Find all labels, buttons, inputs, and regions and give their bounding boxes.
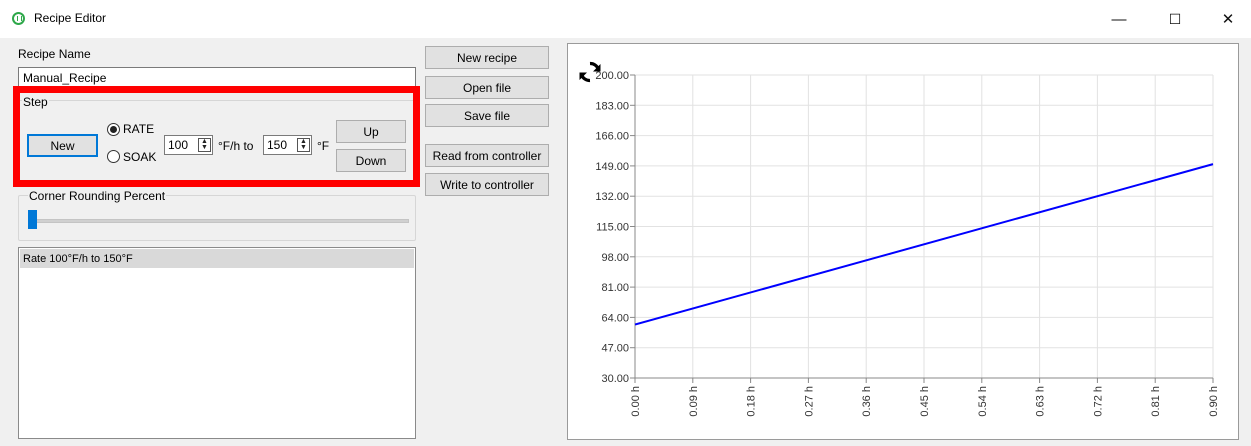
corner-rounding-slider-track[interactable] [30,219,409,223]
close-button[interactable]: ✕ [1205,0,1251,38]
y-tick-label: 166.00 [595,131,629,143]
list-item[interactable]: Rate 100°F/h to 150°F [20,249,414,268]
save-file-button[interactable]: Save file [425,104,549,127]
y-tick-label: 200.00 [595,70,629,82]
x-tick-label: 0.36 h [861,386,873,417]
x-tick-label: 0.00 h [630,386,642,417]
write-to-controller-button[interactable]: Write to controller [425,173,549,196]
read-from-controller-button[interactable]: Read from controller [425,144,549,167]
y-tick-label: 81.00 [601,282,629,294]
open-file-button[interactable]: Open file [425,76,549,99]
maximize-button[interactable]: ☐ [1152,0,1198,38]
corner-rounding-label: Corner Rounding Percent [28,189,167,203]
y-tick-label: 30.00 [601,373,629,385]
recipe-name-label: Recipe Name [18,47,91,61]
x-tick-label: 0.18 h [746,386,758,417]
new-recipe-button[interactable]: New recipe [425,46,549,69]
y-tick-label: 64.00 [601,312,629,324]
minimize-button[interactable]: — [1096,0,1142,38]
steps-list[interactable]: Rate 100°F/h to 150°F [18,247,416,439]
x-tick-label: 0.45 h [919,386,931,417]
y-tick-label: 115.00 [596,222,629,234]
x-tick-label: 0.09 h [688,386,700,417]
chart-panel: 200.00 183.00 166.00 149.00 132.00 115.00 98.0… [567,43,1239,440]
window-title: Recipe Editor [34,11,107,25]
y-tick-label: 47.00 [601,343,629,355]
recipe-chart: 200.00 183.00 166.00 149.00 132.00 115.00 98.0… [579,61,1220,417]
corner-rounding-slider-thumb[interactable] [28,210,37,229]
x-tick-label: 0.27 h [803,386,815,417]
x-tick-label: 0.63 h [1035,386,1047,417]
title-bar: Recipe Editor — ☐ ✕ [0,0,1251,38]
step-highlight-box [13,86,420,187]
app-icon [12,12,25,25]
x-tick-label: 0.81 h [1150,386,1162,417]
recipe-name-input[interactable]: Manual_Recipe [18,67,416,88]
y-tick-label: 98.00 [601,252,629,264]
x-tick-label: 0.54 h [977,386,989,417]
y-tick-label: 149.00 [595,161,629,173]
y-tick-label: 132.00 [595,191,629,203]
y-tick-label: 183.00 [595,100,629,112]
x-tick-label: 0.72 h [1092,386,1104,417]
x-tick-label: 0.90 h [1208,386,1220,417]
